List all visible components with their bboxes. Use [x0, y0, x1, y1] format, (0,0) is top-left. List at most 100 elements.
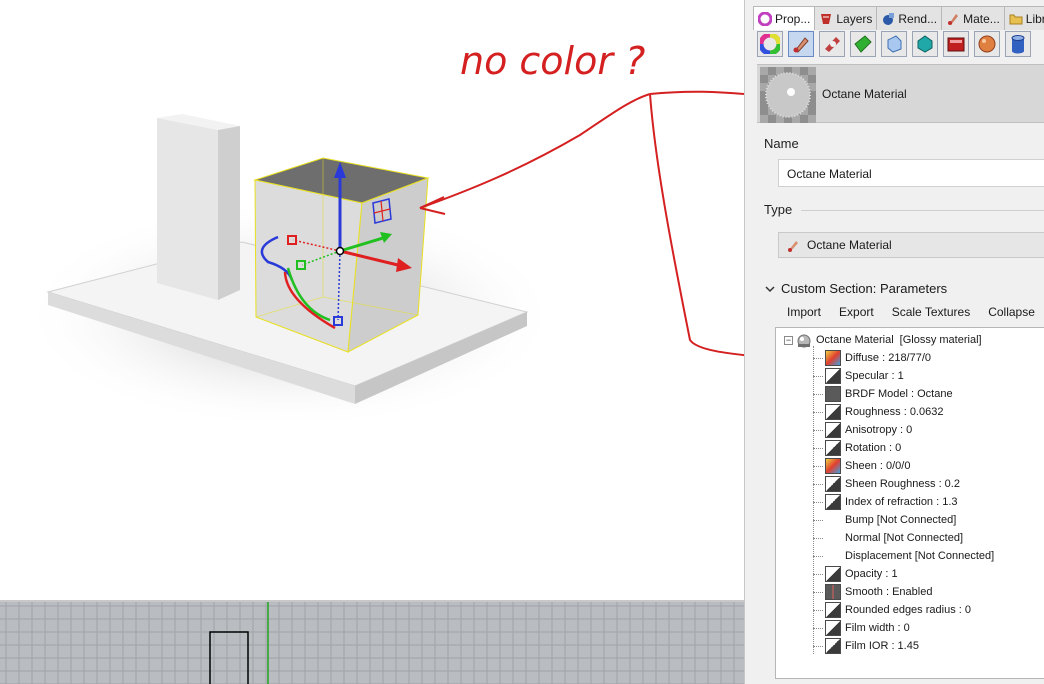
- ball-icon: [978, 35, 996, 53]
- gumball-center[interactable]: [335, 246, 345, 256]
- material-preview-header: Octane Material: [757, 64, 1044, 123]
- rendered-viewport[interactable]: no color ?: [0, 0, 744, 600]
- tree-item-label: Opacity : 1: [845, 568, 898, 580]
- tree-item[interactable]: Opacity : 1: [813, 565, 898, 583]
- name-label: Name: [764, 136, 799, 151]
- type-dropdown[interactable]: Octane Material: [778, 232, 1044, 258]
- float-icon: [825, 620, 841, 636]
- tree-item-label: Smooth : Enabled: [845, 586, 933, 598]
- material-title: Octane Material: [822, 87, 907, 101]
- color-icon: [825, 350, 841, 366]
- tree-item-label: Sheen : 0/0/0: [845, 460, 911, 472]
- tree-item[interactable]: Sheen : 0/0/0: [813, 457, 910, 475]
- float-icon: [825, 638, 841, 654]
- tree-item[interactable]: Diffuse : 218/77/0: [813, 349, 931, 367]
- tree-item-label: Roughness : 0.0632: [845, 406, 944, 418]
- render-icon: [883, 12, 895, 25]
- tree-item-label: Bump [Not Connected]: [845, 514, 957, 526]
- export-button[interactable]: Export: [839, 305, 874, 319]
- folder-icon: [1009, 14, 1023, 24]
- glass-icon: [887, 35, 902, 53]
- tree-item-label: Specular : 1: [845, 370, 904, 382]
- color-wheel-icon: [760, 34, 780, 54]
- tall-box: [157, 114, 240, 300]
- float-icon: [825, 404, 841, 420]
- glass-button[interactable]: [881, 31, 907, 57]
- tree-item[interactable]: Sheen Roughness : 0.2: [813, 475, 960, 493]
- float-icon: [825, 602, 841, 618]
- teal-gem-icon: [917, 35, 933, 53]
- cylinder-icon: [1011, 35, 1025, 54]
- float-icon: [825, 368, 841, 384]
- grid-viewport[interactable]: [0, 600, 744, 684]
- enum-icon: [825, 386, 841, 402]
- tree-item[interactable]: Displacement [Not Connected]: [813, 547, 994, 565]
- tree-item-label: Rounded edges radius : 0: [845, 604, 971, 616]
- material-button[interactable]: [788, 31, 814, 57]
- tree-item-label: BRDF Model : Octane: [845, 388, 953, 400]
- tree-item[interactable]: Index of refraction : 1.3: [813, 493, 958, 511]
- tree-item-label: Film IOR : 1.45: [845, 640, 919, 652]
- tree-item[interactable]: Normal [Not Connected]: [813, 529, 963, 547]
- tab-materials[interactable]: Mate...: [941, 6, 1005, 30]
- import-button[interactable]: Import: [787, 305, 821, 319]
- scale-textures-button[interactable]: Scale Textures: [892, 305, 971, 319]
- tree-actions: Import Export Scale Textures Collapse: [787, 305, 1035, 319]
- tree-item-label: Anisotropy : 0: [845, 424, 913, 436]
- annotation-text: no color ?: [460, 39, 645, 83]
- float-icon: [825, 422, 841, 438]
- tree-item[interactable]: Film IOR : 1.45: [813, 637, 919, 655]
- tab-libraries[interactable]: Libra: [1003, 6, 1044, 30]
- tree-item-label: Diffuse : 218/77/0: [845, 352, 932, 364]
- decal-button[interactable]: [819, 31, 845, 57]
- parameter-tree[interactable]: − Octane Material [Glossy material] Diff…: [775, 327, 1044, 679]
- tab-render[interactable]: Rend...: [876, 6, 943, 30]
- chevron-down-icon: [765, 285, 775, 292]
- tree-root[interactable]: − Octane Material [Glossy material]: [784, 331, 982, 349]
- tree-item[interactable]: Anisotropy : 0: [813, 421, 912, 439]
- tree-item[interactable]: Rotation : 0: [813, 439, 901, 457]
- float-icon: [825, 494, 841, 510]
- float-icon: [825, 566, 841, 582]
- red-box-icon: [947, 37, 965, 52]
- properties-icon: [758, 11, 772, 26]
- tree-item-label: Index of refraction : 1.3: [845, 496, 958, 508]
- tree-item[interactable]: Film width : 0: [813, 619, 910, 637]
- float-icon: [825, 476, 841, 492]
- custom-section-header[interactable]: Custom Section: Parameters: [765, 281, 947, 296]
- collapse-toggle-icon[interactable]: −: [784, 335, 793, 345]
- red-object-button[interactable]: [943, 31, 969, 57]
- cylinder-button[interactable]: [1005, 31, 1031, 57]
- bool-icon: [825, 584, 841, 600]
- tree-item[interactable]: Bump [Not Connected]: [813, 511, 956, 529]
- materials-icon: [948, 13, 959, 25]
- tree-item-label: Rotation : 0: [845, 442, 902, 454]
- material-preview-thumbnail: [760, 67, 816, 123]
- color-wheel-button[interactable]: [757, 31, 783, 57]
- tab-layers[interactable]: Layers: [814, 6, 878, 30]
- type-divider: [801, 210, 1044, 211]
- ball-button[interactable]: [974, 31, 1000, 57]
- tree-item[interactable]: Rounded edges radius : 0: [813, 601, 971, 619]
- tree-item[interactable]: Smooth : Enabled: [813, 583, 932, 601]
- decal-icon: [825, 37, 840, 52]
- octane-material-icon: [788, 241, 798, 252]
- glossy-sphere-icon: [797, 334, 811, 348]
- texture-mapping-button[interactable]: [850, 31, 876, 57]
- material-brush-icon: [793, 37, 809, 53]
- tab-properties[interactable]: Prop...: [753, 6, 816, 30]
- tree-item-label: Sheen Roughness : 0.2: [845, 478, 960, 490]
- teal-object-button[interactable]: [912, 31, 938, 57]
- properties-panel: Prop... Layers Rend... Mate... Libra: [744, 0, 1044, 684]
- tree-item-label: Film width : 0: [845, 622, 910, 634]
- tree-item[interactable]: BRDF Model : Octane: [813, 385, 953, 403]
- name-field[interactable]: Octane Material: [778, 159, 1044, 187]
- tree-item[interactable]: Roughness : 0.0632: [813, 403, 943, 421]
- tree-item[interactable]: Specular : 1: [813, 367, 904, 385]
- texture-mapping-icon: [854, 35, 872, 53]
- layers-icon: [821, 13, 832, 24]
- tree-item-label: Normal [Not Connected]: [845, 532, 963, 544]
- tree-item-label: Displacement [Not Connected]: [845, 550, 995, 562]
- collapse-button[interactable]: Collapse: [988, 305, 1035, 319]
- type-label: Type: [764, 202, 793, 217]
